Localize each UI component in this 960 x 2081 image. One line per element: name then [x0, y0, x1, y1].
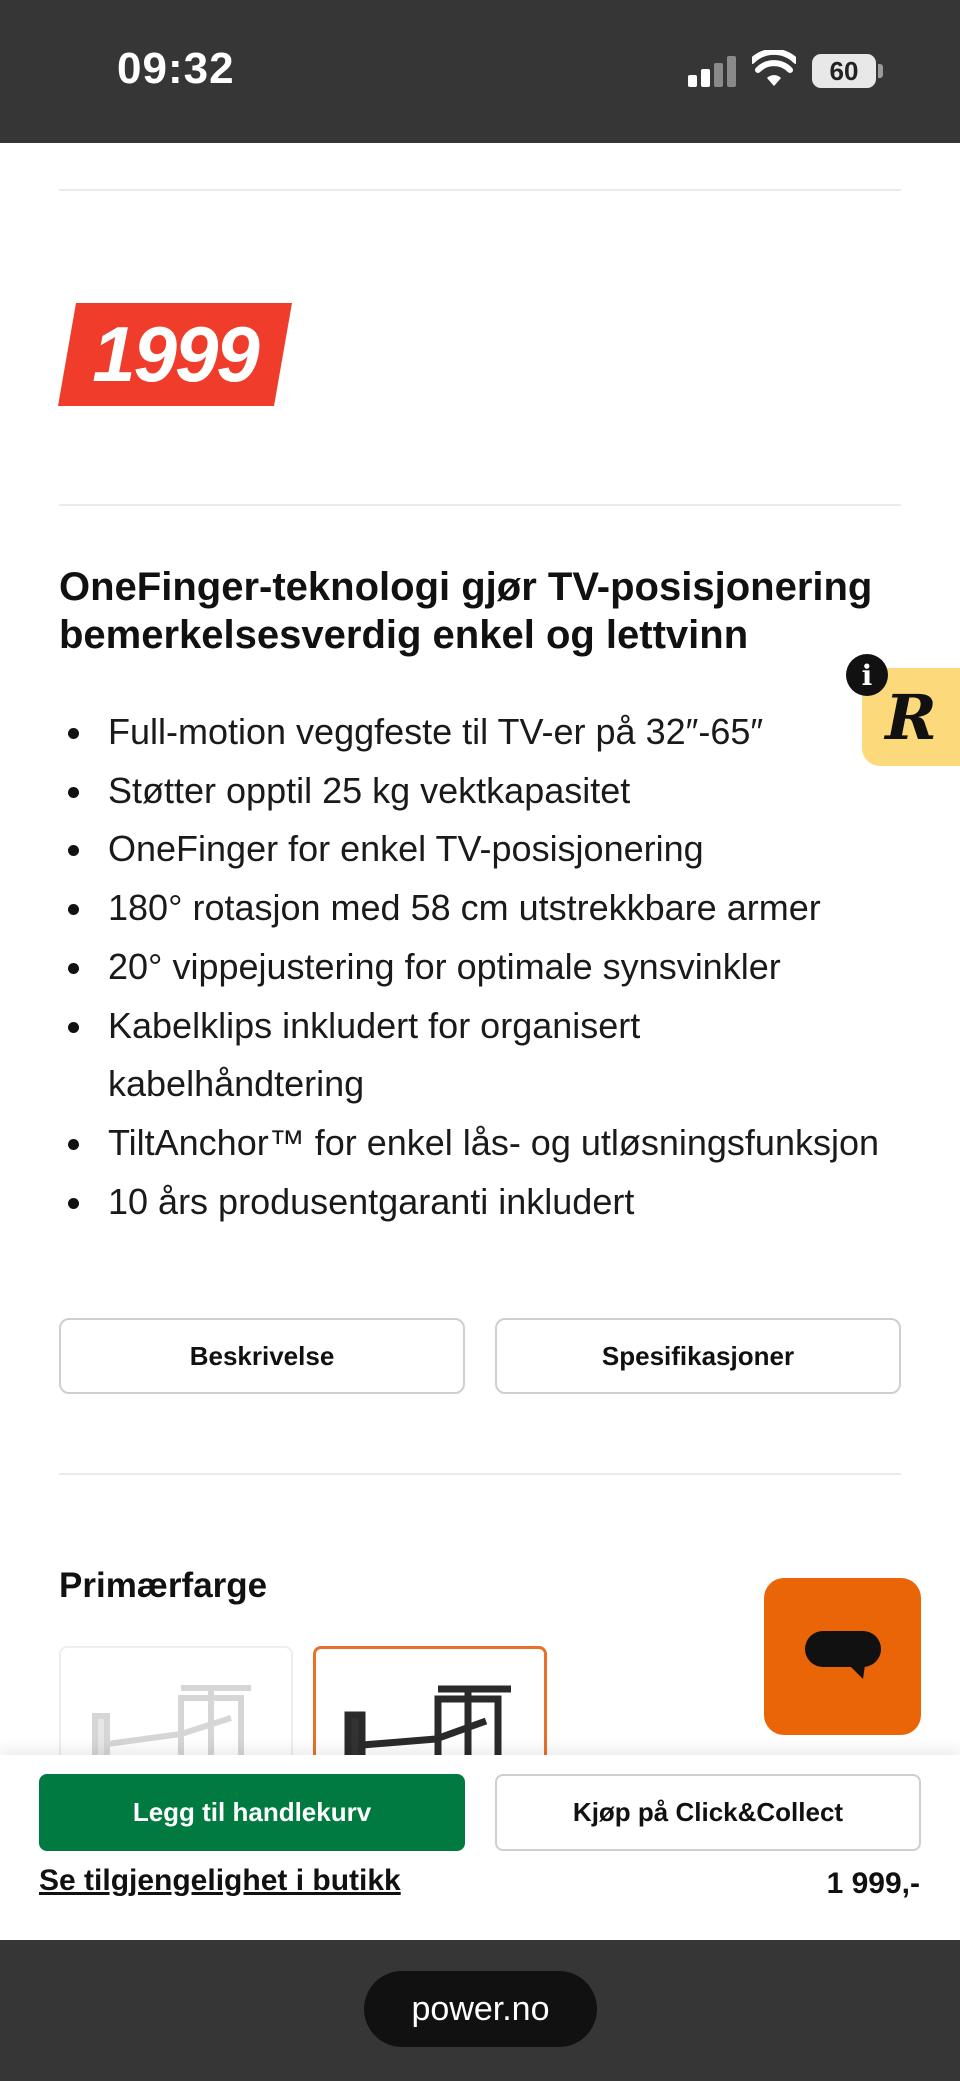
- feature-item: 180° rotasjon med 58 cm utstrekkbare arm…: [59, 879, 899, 938]
- color-swatch-black[interactable]: [313, 1646, 547, 1766]
- feature-text: TiltAnchor™ for enkel lås- og utløsnings…: [108, 1121, 880, 1163]
- cellular-signal-icon: [688, 55, 738, 87]
- info-icon[interactable]: i: [846, 654, 888, 696]
- color-swatch-white[interactable]: [59, 1646, 293, 1766]
- divider: [59, 504, 901, 506]
- click-collect-button[interactable]: Kjøp på Click&Collect: [495, 1774, 921, 1851]
- feature-item: OneFinger for enkel TV-posisjonering: [59, 820, 899, 879]
- add-to-cart-button[interactable]: Legg til handlekurv: [39, 1774, 465, 1851]
- feature-text: Full-motion veggfeste til TV-er på 32″-6…: [108, 711, 764, 752]
- url-field[interactable]: power.no: [364, 1971, 597, 2047]
- feature-list: Full-motion veggfeste til TV-er på 32″-6…: [59, 703, 899, 1231]
- tab-description-button[interactable]: Beskrivelse: [59, 1318, 465, 1394]
- feature-item: Støtter opptil 25 kg vektkapasitet: [59, 762, 899, 821]
- store-availability-link[interactable]: Se tilgjengelighet i butikk: [39, 1864, 401, 1898]
- tab-specifications-button[interactable]: Spesifikasjoner: [495, 1318, 901, 1394]
- battery-icon: 60: [812, 54, 876, 88]
- white-tv-mount-icon: [92, 1685, 251, 1764]
- bullet-icon: [68, 962, 79, 974]
- feature-item: TiltAnchor™ for enkel lås- og utløsnings…: [59, 1114, 899, 1173]
- feature-item: Full-motion veggfeste til TV-er på 32″-6…: [59, 703, 899, 762]
- bullet-icon: [68, 1138, 79, 1150]
- sticky-price: 1 999,-: [826, 1867, 920, 1900]
- feature-text: 10 års produsentgaranti inkludert: [108, 1180, 635, 1222]
- product-headline: OneFinger-teknologi gjør TV-posisjonerin…: [59, 565, 873, 657]
- black-tv-mount-icon: [344, 1685, 511, 1763]
- status-bar: 09:32 60: [0, 0, 960, 143]
- divider: [59, 1473, 901, 1475]
- bullet-icon: [68, 1197, 79, 1209]
- feature-text: Støtter opptil 25 kg vektkapasitet: [108, 769, 631, 811]
- price-badge: 1999: [58, 303, 292, 406]
- feature-item: Kabelklips inkludert for organisert kabe…: [59, 997, 899, 1114]
- chat-bubble-icon: [804, 1630, 881, 1679]
- price-badge-value: 1999: [92, 310, 260, 398]
- feature-text: OneFinger for enkel TV-posisjonering: [108, 828, 704, 870]
- chat-button[interactable]: [764, 1578, 921, 1735]
- bullet-icon: [68, 904, 79, 916]
- divider: [59, 189, 901, 191]
- bullet-icon: [68, 845, 79, 857]
- primary-color-title: Primærfarge: [59, 1566, 268, 1605]
- feature-text: Kabelklips inkludert for organisert kabe…: [108, 1004, 641, 1105]
- status-time: 09:32: [117, 44, 235, 93]
- feature-text: 180° rotasjon med 58 cm utstrekkbare arm…: [108, 887, 821, 929]
- bullet-icon: [68, 1021, 79, 1033]
- feature-item: 20° vippejustering for optimale synsvink…: [59, 938, 899, 997]
- feature-item: 10 års produsentgaranti inkludert: [59, 1173, 899, 1232]
- wifi-icon: [752, 50, 796, 86]
- feature-text: 20° vippejustering for optimale synsvink…: [108, 945, 781, 987]
- bullet-icon: [68, 786, 79, 798]
- bullet-icon: [68, 728, 79, 739]
- battery-nub: [878, 64, 883, 78]
